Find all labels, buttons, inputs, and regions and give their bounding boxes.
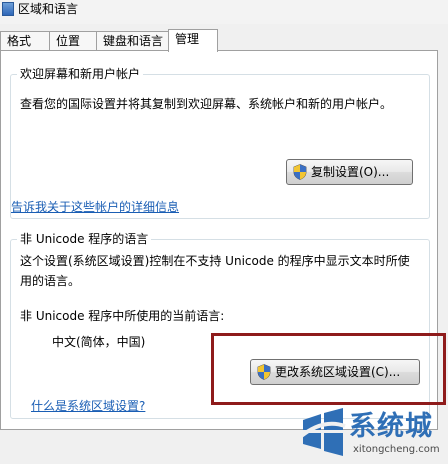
unicode-description-line1: 这个设置(系统区域设置)控制在不支持 Unicode 的程序中显示文本时所使	[20, 254, 410, 268]
tab-label: 格式	[7, 34, 32, 48]
welcome-description: 查看您的国际设置并将其复制到欢迎屏幕、系统帐户和新的用户帐户。	[20, 97, 393, 111]
region-icon	[2, 2, 14, 16]
current-language-label: 非 Unicode 程序中所使用的当前语言:	[20, 309, 225, 323]
tab-label: 管理	[175, 32, 200, 46]
current-language-value: 中文(简体，中国)	[52, 335, 146, 349]
watermark-url: xitongcheng.com	[353, 444, 440, 455]
tab-label: 位置	[56, 34, 81, 48]
tab-administrative[interactable]: 管理	[168, 29, 218, 52]
tab-strip: 格式 位置 键盘和语言 管理	[0, 29, 448, 52]
watermark: 系统城 xitongcheng.com	[297, 404, 448, 464]
annotation-highlight-box	[211, 333, 446, 405]
watermark-text: 系统城	[349, 411, 433, 442]
window-title: 区域和语言	[18, 2, 79, 16]
title-bar: 区域和语言	[0, 0, 448, 24]
group-title: 欢迎屏幕和新用户帐户	[17, 66, 144, 82]
what-is-system-locale-link[interactable]: 什么是系统区域设置?	[31, 398, 145, 414]
watermark-logo-icon	[297, 408, 346, 456]
tab-format[interactable]: 格式	[0, 31, 50, 51]
unicode-description-line2: 用的语言。	[20, 274, 81, 288]
welcome-screen-group: 欢迎屏幕和新用户帐户 查看您的国际设置并将其复制到欢迎屏幕、系统帐户和新的用户帐…	[10, 66, 430, 219]
tab-location[interactable]: 位置	[49, 31, 97, 51]
copy-settings-label: 复制设置(O)...	[311, 165, 390, 179]
tab-keyboard-language[interactable]: 键盘和语言	[96, 31, 169, 51]
tab-label: 键盘和语言	[103, 34, 164, 48]
uac-shield-icon	[293, 164, 307, 180]
group-title: 非 Unicode 程序的语言	[17, 231, 152, 247]
accounts-details-link[interactable]: 告诉我关于这些帐户的详细信息	[11, 199, 179, 215]
copy-settings-button[interactable]: 复制设置(O)...	[286, 159, 413, 185]
